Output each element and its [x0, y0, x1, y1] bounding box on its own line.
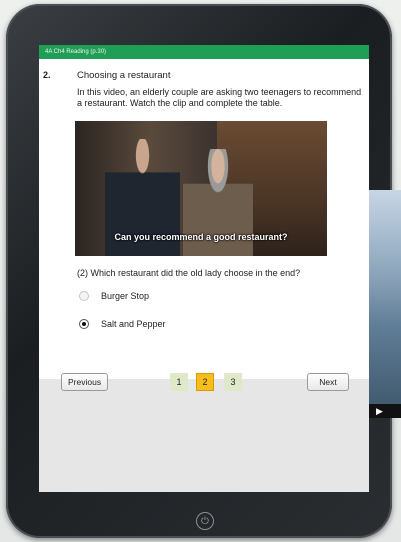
play-icon[interactable]: ▶ — [376, 406, 383, 416]
option-salt-and-pepper[interactable]: Salt and Pepper — [79, 318, 279, 332]
option-label: Burger Stop — [101, 291, 150, 301]
question-number: 2. — [43, 70, 51, 80]
question-instructions: In this video, an elderly couple are ask… — [77, 87, 362, 108]
question-panel: 2. Choosing a restaurant In this video, … — [39, 59, 369, 379]
radio-button-selected[interactable] — [79, 319, 89, 329]
video-player[interactable]: Can you recommend a good restaurant? — [75, 121, 327, 256]
question-prompt: (2) Which restaurant did the old lady ch… — [77, 268, 301, 278]
page-3-button[interactable]: 3 — [224, 373, 242, 391]
question-title: Choosing a restaurant — [77, 70, 171, 81]
page-1-button[interactable]: 1 — [170, 373, 188, 391]
page-header: 4A Ch4 Reading (p.30) — [39, 45, 369, 59]
background-video-thumbnail: ▶ — [366, 190, 401, 418]
option-burger-stop[interactable]: Burger Stop — [79, 290, 279, 304]
page-2-button[interactable]: 2 — [196, 373, 214, 391]
app-screen: 4A Ch4 Reading (p.30) 2. Choosing a rest… — [39, 45, 369, 492]
previous-button[interactable]: Previous — [61, 373, 109, 391]
home-button[interactable]: ⏻ — [196, 512, 214, 530]
option-label: Salt and Pepper — [101, 319, 166, 329]
next-button[interactable]: Next — [307, 373, 349, 391]
video-control-bar — [366, 404, 401, 418]
video-subtitle: Can you recommend a good restaurant? — [114, 232, 288, 242]
power-icon: ⏻ — [201, 516, 209, 527]
radio-button[interactable] — [79, 291, 89, 301]
